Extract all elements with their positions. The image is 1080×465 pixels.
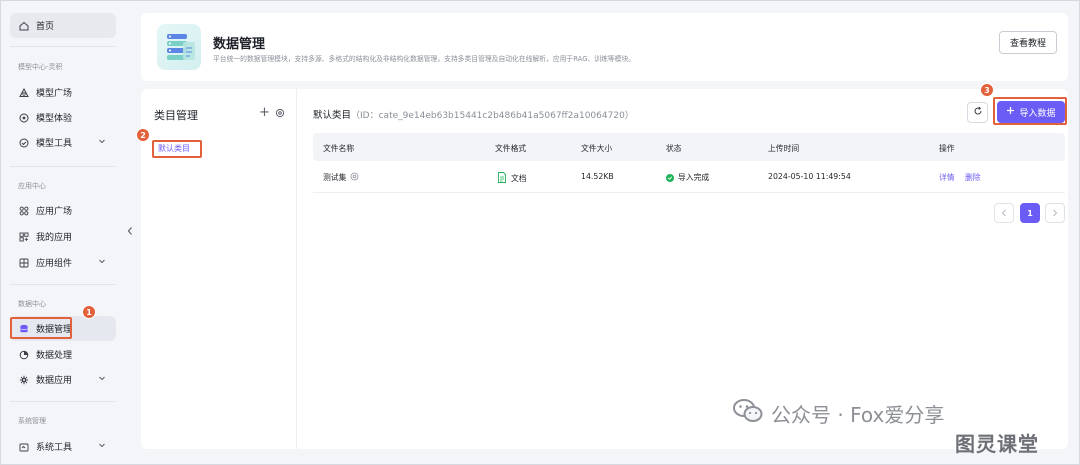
sidebar-item-label: 模型工具 — [36, 139, 73, 149]
sidebar-divider — [10, 284, 116, 285]
document-icon — [497, 172, 507, 185]
annotation-badge-3: 3 — [980, 83, 994, 97]
success-check-icon — [666, 173, 674, 182]
disc-icon — [18, 112, 30, 124]
process-icon — [18, 349, 30, 361]
sidebar-item-home[interactable]: 首页 — [10, 13, 116, 38]
column-header-actions: 操作 — [939, 144, 955, 153]
sidebar-divider — [10, 401, 116, 402]
add-category-icon[interactable]: + — [259, 105, 270, 120]
sidebar-divider — [10, 46, 116, 47]
sidebar-item-model-tools[interactable]: 模型工具 — [10, 130, 116, 155]
chevron-down-icon — [98, 374, 106, 385]
file-format: 文档 — [511, 174, 527, 183]
chevron-down-icon — [98, 137, 106, 148]
watermark: 公众号 · Fox爱分享 — [733, 399, 944, 428]
section-label-system: 系统管理 — [18, 417, 46, 425]
page-title: 数据管理 — [213, 37, 266, 52]
annotation-badge-1: 1 — [82, 305, 96, 319]
file-size: 14.52KB — [581, 172, 614, 181]
annotation-badge-2: 2 — [136, 128, 150, 142]
sidebar-divider — [10, 166, 116, 167]
check-circle-icon — [18, 137, 30, 149]
status-cell: 导入完成 — [666, 172, 709, 183]
main-content-card: 类目管理 + 默认类目 默认类目（ID：cate_9e14eb63b15441c… — [141, 89, 1068, 449]
chevron-down-icon — [98, 441, 106, 452]
column-header-upload-time: 上传时间 — [768, 144, 800, 153]
sidebar-item-app-components[interactable]: 应用组件 — [10, 250, 116, 275]
status-text: 导入完成 — [678, 173, 710, 182]
prev-page-button[interactable] — [994, 203, 1014, 223]
sidebar: 首页 模型中心-灵积 模型广场 模型体验 模型工具 应用中心 应用广场 我的应用… — [1, 1, 127, 464]
table-row: 测试集 文档 14.52KB 导入完成 2024-05-10 11:49:54 … — [313, 161, 1065, 193]
refresh-icon — [973, 106, 983, 119]
sidebar-item-label: 应用广场 — [36, 207, 73, 217]
toolbox-icon — [18, 441, 30, 453]
file-name-cell: 测试集 — [323, 172, 359, 183]
sidebar-item-label: 首页 — [36, 22, 55, 32]
sidebar-item-system-tools[interactable]: 系统工具 — [10, 434, 116, 459]
column-header-status: 状态 — [666, 144, 682, 153]
annotation-highlight-2 — [152, 140, 202, 158]
delete-link[interactable]: 删除 — [965, 172, 981, 183]
sidebar-collapse-button[interactable] — [125, 224, 135, 238]
next-page-button[interactable] — [1045, 203, 1065, 223]
column-header-format: 文件格式 — [495, 144, 527, 153]
section-label-data: 数据中心 — [18, 300, 46, 308]
view-tutorial-button[interactable]: 查看教程 — [999, 31, 1057, 54]
sidebar-item-label: 系统工具 — [36, 443, 73, 453]
detail-link[interactable]: 详情 — [939, 172, 955, 183]
copy-link-icon[interactable] — [350, 172, 359, 183]
section-label-model: 模型中心-灵积 — [18, 63, 63, 71]
grid-icon — [18, 205, 30, 217]
apps-icon — [18, 231, 30, 243]
category-name: 默认类目 — [313, 110, 352, 121]
watermark-text: 公众号 · Fox爱分享 — [771, 403, 945, 427]
gear-icon — [18, 374, 30, 386]
chevron-down-icon — [98, 257, 106, 268]
section-label-app: 应用中心 — [18, 182, 46, 190]
database-illustration-icon — [157, 24, 201, 70]
watermark-subtext: 图灵课堂 — [955, 432, 1039, 456]
sidebar-item-app-square[interactable]: 应用广场 — [10, 198, 116, 223]
annotation-highlight-3 — [993, 97, 1067, 125]
settings-icon[interactable] — [275, 108, 285, 121]
sidebar-item-label: 数据应用 — [36, 376, 73, 386]
data-list-panel: 默认类目（ID：cate_9e14eb63b15441c2b486b41a506… — [313, 89, 1068, 449]
sidebar-item-my-apps[interactable]: 我的应用 — [10, 224, 116, 249]
category-heading: 默认类目（ID：cate_9e14eb63b15441c2b486b41a506… — [313, 107, 634, 121]
component-icon — [18, 257, 30, 269]
refresh-button[interactable] — [967, 102, 988, 123]
sidebar-item-data-processing[interactable]: 数据处理 — [10, 342, 116, 367]
upload-time: 2024-05-10 11:49:54 — [768, 172, 851, 181]
column-header-name: 文件名称 — [323, 144, 355, 153]
category-panel-title: 类目管理 — [154, 109, 198, 122]
pagination: 1 — [313, 203, 1065, 223]
sidebar-item-label: 模型广场 — [36, 89, 73, 99]
home-icon — [18, 20, 30, 32]
column-header-size: 文件大小 — [581, 144, 613, 153]
page-button-current[interactable]: 1 — [1020, 203, 1040, 223]
sidebar-item-label: 数据处理 — [36, 351, 73, 361]
category-id: （ID：cate_9e14eb63b15441c2b486b41a5067ff2… — [351, 111, 634, 121]
file-name: 测试集 — [323, 173, 347, 182]
page-header-card: 数据管理 平台统一的数据管理模块，支持多源、多格式的结构化及非结构化数据管理，支… — [141, 13, 1068, 81]
annotation-highlight-1 — [10, 317, 72, 339]
wechat-logo-icon — [733, 399, 763, 428]
sidebar-item-label: 应用组件 — [36, 259, 73, 269]
sidebar-item-data-apps[interactable]: 数据应用 — [10, 367, 116, 392]
sidebar-item-model-trial[interactable]: 模型体验 — [10, 105, 116, 130]
sidebar-item-label: 我的应用 — [36, 233, 73, 243]
sidebar-item-label: 模型体验 — [36, 114, 73, 124]
page-description: 平台统一的数据管理模块，支持多源、多格式的结构化及非结构化数据管理，支持多类目管… — [213, 55, 636, 63]
triangle-shapes-icon — [18, 87, 30, 99]
file-format-cell: 文档 — [497, 172, 527, 185]
table-header: 文件名称 文件格式 文件大小 状态 上传时间 操作 — [313, 133, 1065, 161]
sidebar-item-model-square[interactable]: 模型广场 — [10, 80, 116, 105]
